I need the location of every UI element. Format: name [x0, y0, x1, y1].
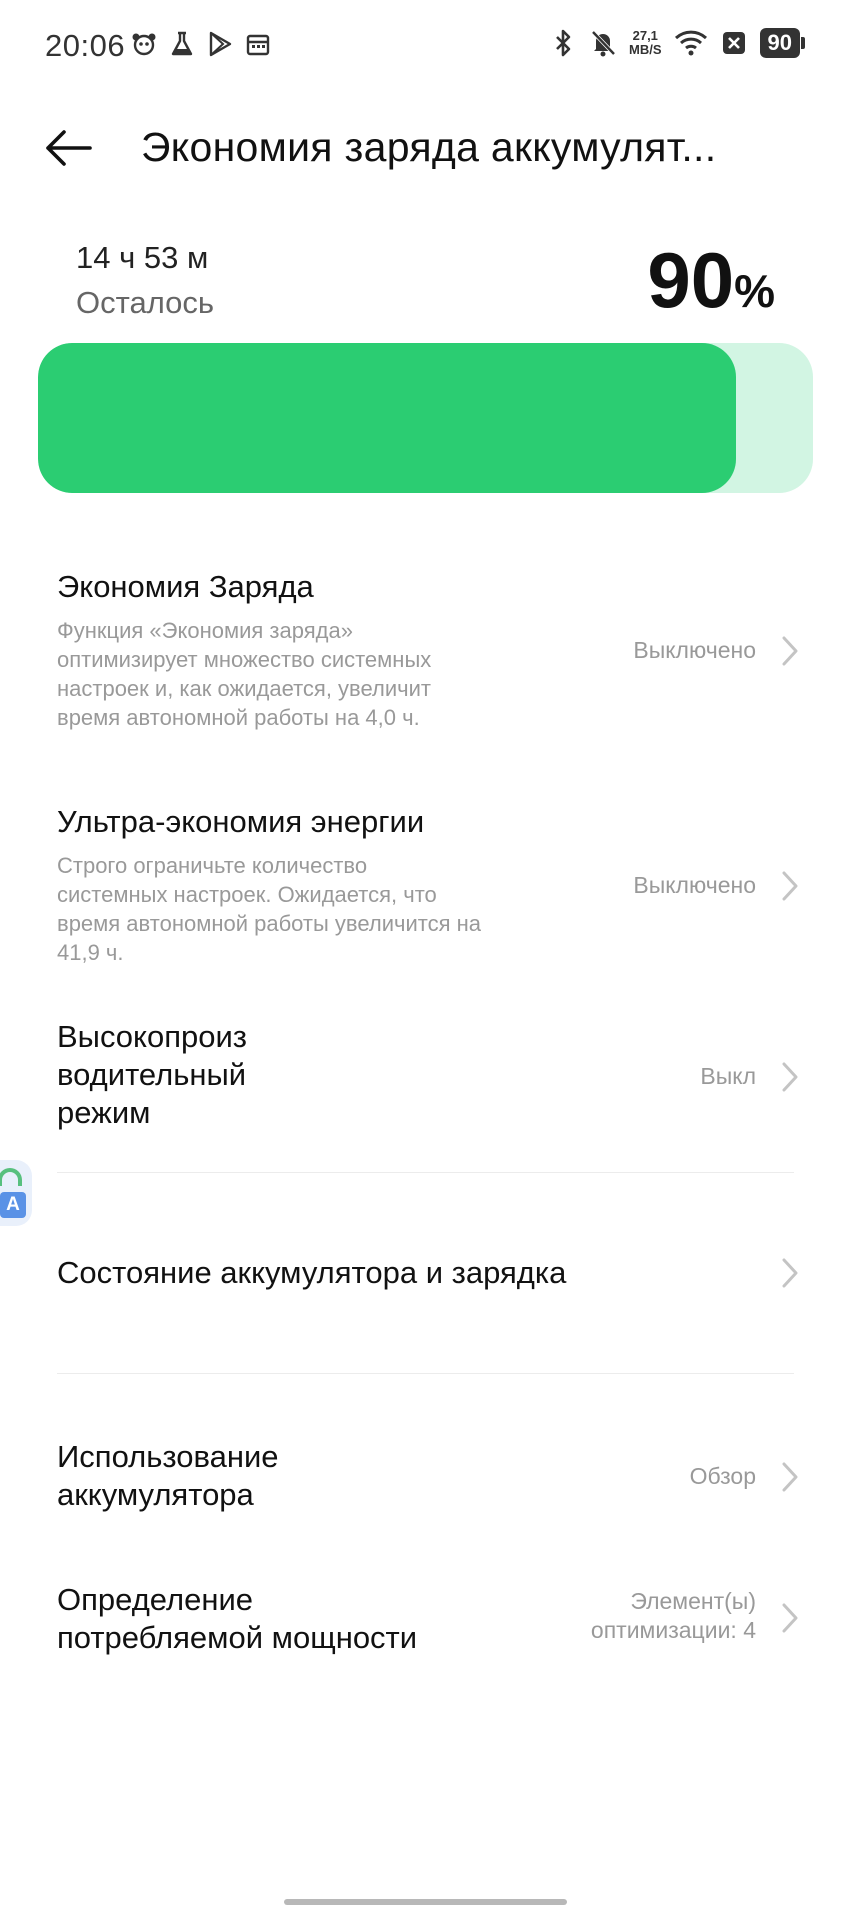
wifi-icon — [674, 29, 708, 57]
power-consumption-status: Элемент(ы) оптимизации: 4 — [591, 1587, 756, 1645]
battery-usage-title: Использование аккумулятора — [57, 1438, 279, 1514]
remaining-label: Осталось — [76, 285, 215, 320]
calendar-icon — [244, 30, 272, 58]
power-saving-title: Экономия Заряда — [57, 569, 314, 604]
power-consumption-row[interactable]: Определение потребляемой мощности Элемен… — [0, 1573, 851, 1673]
play-store-icon — [206, 30, 234, 58]
title-line: потребляемой мощности — [57, 1620, 418, 1655]
translate-icon — [0, 1168, 22, 1186]
power-saving-row[interactable]: Экономия Заряда Функция «Экономия заряда… — [0, 560, 851, 750]
title-line: Высокопроиз — [57, 1019, 247, 1054]
chevron-right-icon — [782, 636, 798, 666]
ultra-saving-row[interactable]: Ультра-экономия энергии Строго ограничьт… — [0, 795, 851, 985]
app-header: Экономия заряда аккумулят... — [0, 108, 851, 188]
network-speed: 27,1 MB/S — [629, 29, 662, 57]
network-speed-value: 27,1 — [632, 28, 658, 43]
battery-percent: 90% — [647, 240, 775, 331]
title-line: Использование — [57, 1439, 279, 1474]
chevron-right-icon — [782, 1062, 798, 1092]
desc-line: оптимизирует множество системных — [57, 647, 432, 672]
desc-line: 41,9 ч. — [57, 940, 124, 965]
remaining-time: 14 ч 53 м — [76, 240, 209, 275]
battery-status-level: 90 — [759, 28, 800, 58]
chevron-right-icon — [782, 1258, 798, 1288]
flask-icon — [168, 30, 196, 58]
title-line: аккумулятора — [57, 1477, 254, 1512]
battery-usage-row[interactable]: Использование аккумулятора Обзор — [0, 1430, 851, 1530]
battery-level-fill — [38, 343, 736, 493]
battery-level-bar — [38, 343, 813, 493]
battery-usage-status: Обзор — [689, 1463, 756, 1489]
title-line: режим — [57, 1095, 151, 1130]
desc-line: время автономной работы увеличится на — [57, 911, 481, 936]
status-time: 20:06 — [45, 28, 126, 63]
battery-percent-sign: % — [734, 265, 775, 317]
desc-line: настроек и, как ожидается, увеличит — [57, 676, 431, 701]
translate-letter: A — [0, 1192, 26, 1218]
battery-status-icon: 90 — [759, 28, 805, 58]
divider — [57, 1172, 794, 1173]
status-bar: 20:06 27,1 MB/S 90 — [0, 0, 851, 92]
battery-health-title: Состояние аккумулятора и зарядка — [57, 1255, 567, 1290]
back-button[interactable] — [44, 122, 104, 174]
high-performance-status: Выкл — [700, 1063, 756, 1089]
ultra-saving-description: Строго ограничьте количество системных н… — [57, 851, 577, 967]
high-performance-row[interactable]: Высокопроиз водительный режим Выкл — [0, 1010, 851, 1150]
chevron-right-icon — [782, 1462, 798, 1492]
desc-line: Строго ограничьте количество — [57, 853, 368, 878]
title-line: водительный — [57, 1057, 247, 1092]
network-speed-unit: MB/S — [629, 42, 662, 57]
panda-icon — [130, 30, 158, 58]
close-box-icon — [720, 29, 748, 57]
bell-muted-icon — [589, 29, 617, 57]
high-performance-title: Высокопроиз водительный режим — [57, 1018, 247, 1132]
divider — [57, 1373, 794, 1374]
desc-line: Функция «Экономия заряда» — [57, 618, 353, 643]
notification-icons — [130, 30, 272, 58]
value-line: оптимизации: 4 — [590, 1617, 756, 1643]
home-indicator[interactable] — [284, 1899, 567, 1905]
chevron-right-icon — [782, 1603, 798, 1633]
value-line: Элемент(ы) — [630, 1588, 756, 1614]
power-saving-status: Выключено — [633, 637, 756, 663]
battery-percent-value: 90 — [647, 236, 735, 324]
system-icons: 27,1 MB/S 90 — [549, 28, 805, 58]
desc-line: системных настроек. Ожидается, что — [57, 882, 437, 907]
title-line: Определение — [57, 1582, 254, 1617]
chevron-right-icon — [782, 871, 798, 901]
power-saving-description: Функция «Экономия заряда» оптимизирует м… — [57, 616, 577, 732]
ultra-saving-title: Ультра-экономия энергии — [57, 804, 425, 839]
bluetooth-icon — [549, 29, 577, 57]
arrow-left-icon — [46, 130, 92, 166]
page-title: Экономия заряда аккумулят... — [141, 124, 717, 170]
battery-health-row[interactable]: Состояние аккумулятора и зарядка — [0, 1230, 851, 1320]
ultra-saving-status: Выключено — [633, 872, 756, 898]
power-consumption-title: Определение потребляемой мощности — [57, 1581, 417, 1657]
floating-translate-button[interactable]: A — [0, 1160, 32, 1226]
desc-line: время автономной работы на 4,0 ч. — [57, 705, 420, 730]
